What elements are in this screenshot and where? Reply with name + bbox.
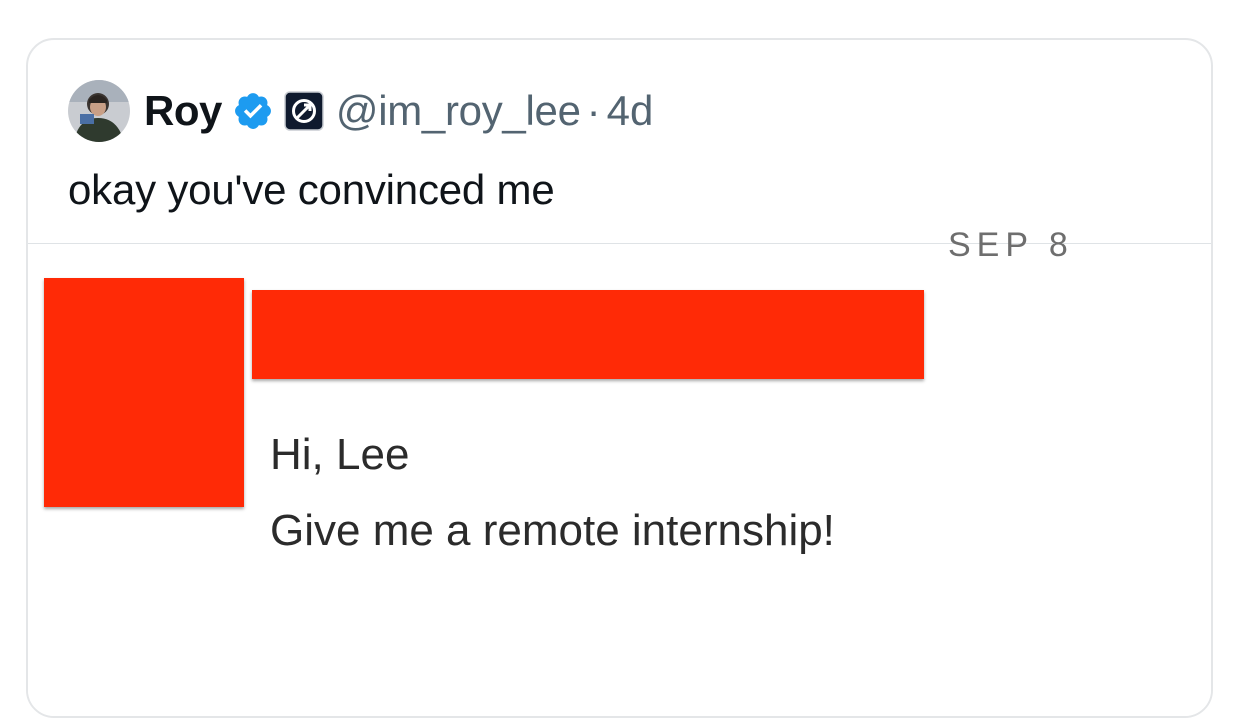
author-handle[interactable]: @im_roy_lee [336,87,581,135]
tweet-media-image[interactable]: SEP 8 Hi, Lee Give me a remote internshi… [28,226,1211,716]
redacted-name-bar [252,290,924,379]
quoted-tweet-card[interactable]: Roy @im_roy_lee · 4d okay you've convinc… [26,38,1213,718]
message-body: Give me a remote internship! [270,506,835,555]
message-greeting: Hi, Lee [270,430,410,479]
verified-badge-icon [232,90,274,132]
author-name[interactable]: Roy [144,87,222,135]
date-fragment: SEP 8 [948,226,1074,264]
redacted-avatar-block [44,278,244,507]
tweet-header: Roy @im_roy_lee · 4d [68,80,653,142]
tweet-text: okay you've convinced me [68,166,555,213]
separator-dot: · [586,87,601,134]
affiliate-badge-icon[interactable] [284,91,324,131]
tweet-time[interactable]: 4d [607,87,654,135]
avatar[interactable] [68,80,130,142]
